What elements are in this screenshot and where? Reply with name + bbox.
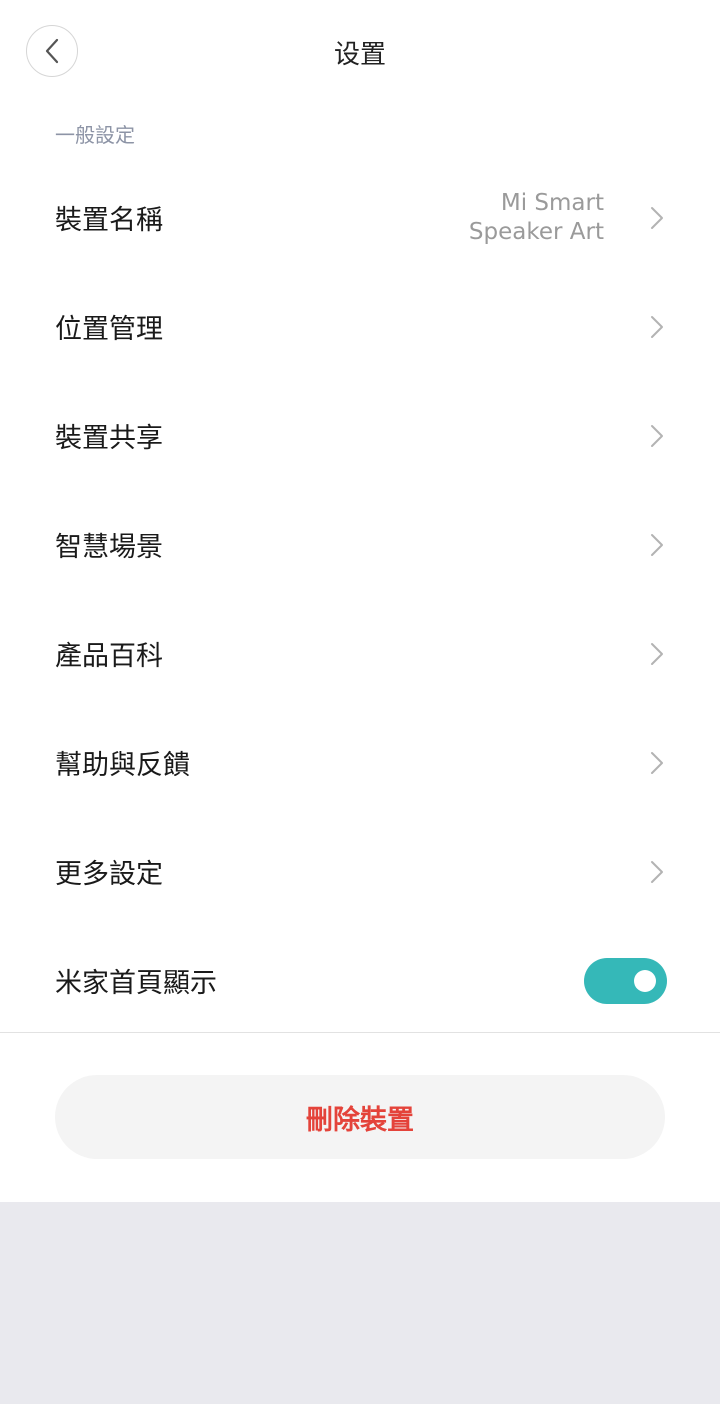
- chevron-right-icon: [646, 855, 668, 889]
- settings-list: 裝置名稱 Mi Smart Speaker Art 位置管理 裝置共享 智慧場景…: [0, 163, 720, 1035]
- row-label: 產品百科: [55, 641, 163, 672]
- row-smart-scenes[interactable]: 智慧場景: [0, 490, 720, 599]
- row-label: 更多設定: [55, 859, 163, 890]
- row-device-name[interactable]: 裝置名稱 Mi Smart Speaker Art: [0, 163, 720, 272]
- row-label: 位置管理: [55, 314, 163, 345]
- chevron-right-icon: [646, 419, 668, 453]
- page-title: 设置: [333, 40, 386, 70]
- header-bar: 设置: [0, 0, 720, 104]
- row-product-wiki[interactable]: 產品百科: [0, 599, 720, 708]
- row-device-sharing[interactable]: 裝置共享: [0, 381, 720, 490]
- delete-device-button[interactable]: 刪除裝置: [55, 1075, 665, 1159]
- chevron-right-icon: [646, 528, 668, 562]
- row-help-feedback[interactable]: 幫助與反饋: [0, 708, 720, 817]
- chevron-right-icon: [646, 637, 668, 671]
- bottom-background: [0, 1202, 720, 1404]
- chevron-right-icon: [646, 201, 668, 235]
- chevron-right-icon: [646, 310, 668, 344]
- device-name-value: Mi Smart Speaker Art: [468, 189, 604, 245]
- row-location-management[interactable]: 位置管理: [0, 272, 720, 381]
- show-on-home-toggle[interactable]: [584, 957, 667, 1004]
- row-label: 米家首頁顯示: [55, 968, 217, 999]
- row-label: 智慧場景: [55, 532, 163, 563]
- row-label: 幫助與反饋: [55, 750, 190, 781]
- row-show-on-home: 米家首頁顯示: [0, 926, 720, 1035]
- divider: [0, 1032, 720, 1033]
- row-more-settings[interactable]: 更多設定: [0, 817, 720, 926]
- row-label: 裝置共享: [55, 423, 163, 454]
- toggle-knob: [634, 969, 656, 992]
- chevron-right-icon: [646, 746, 668, 780]
- section-label-general: 一般設定: [55, 123, 135, 147]
- row-label: 裝置名稱: [55, 205, 163, 236]
